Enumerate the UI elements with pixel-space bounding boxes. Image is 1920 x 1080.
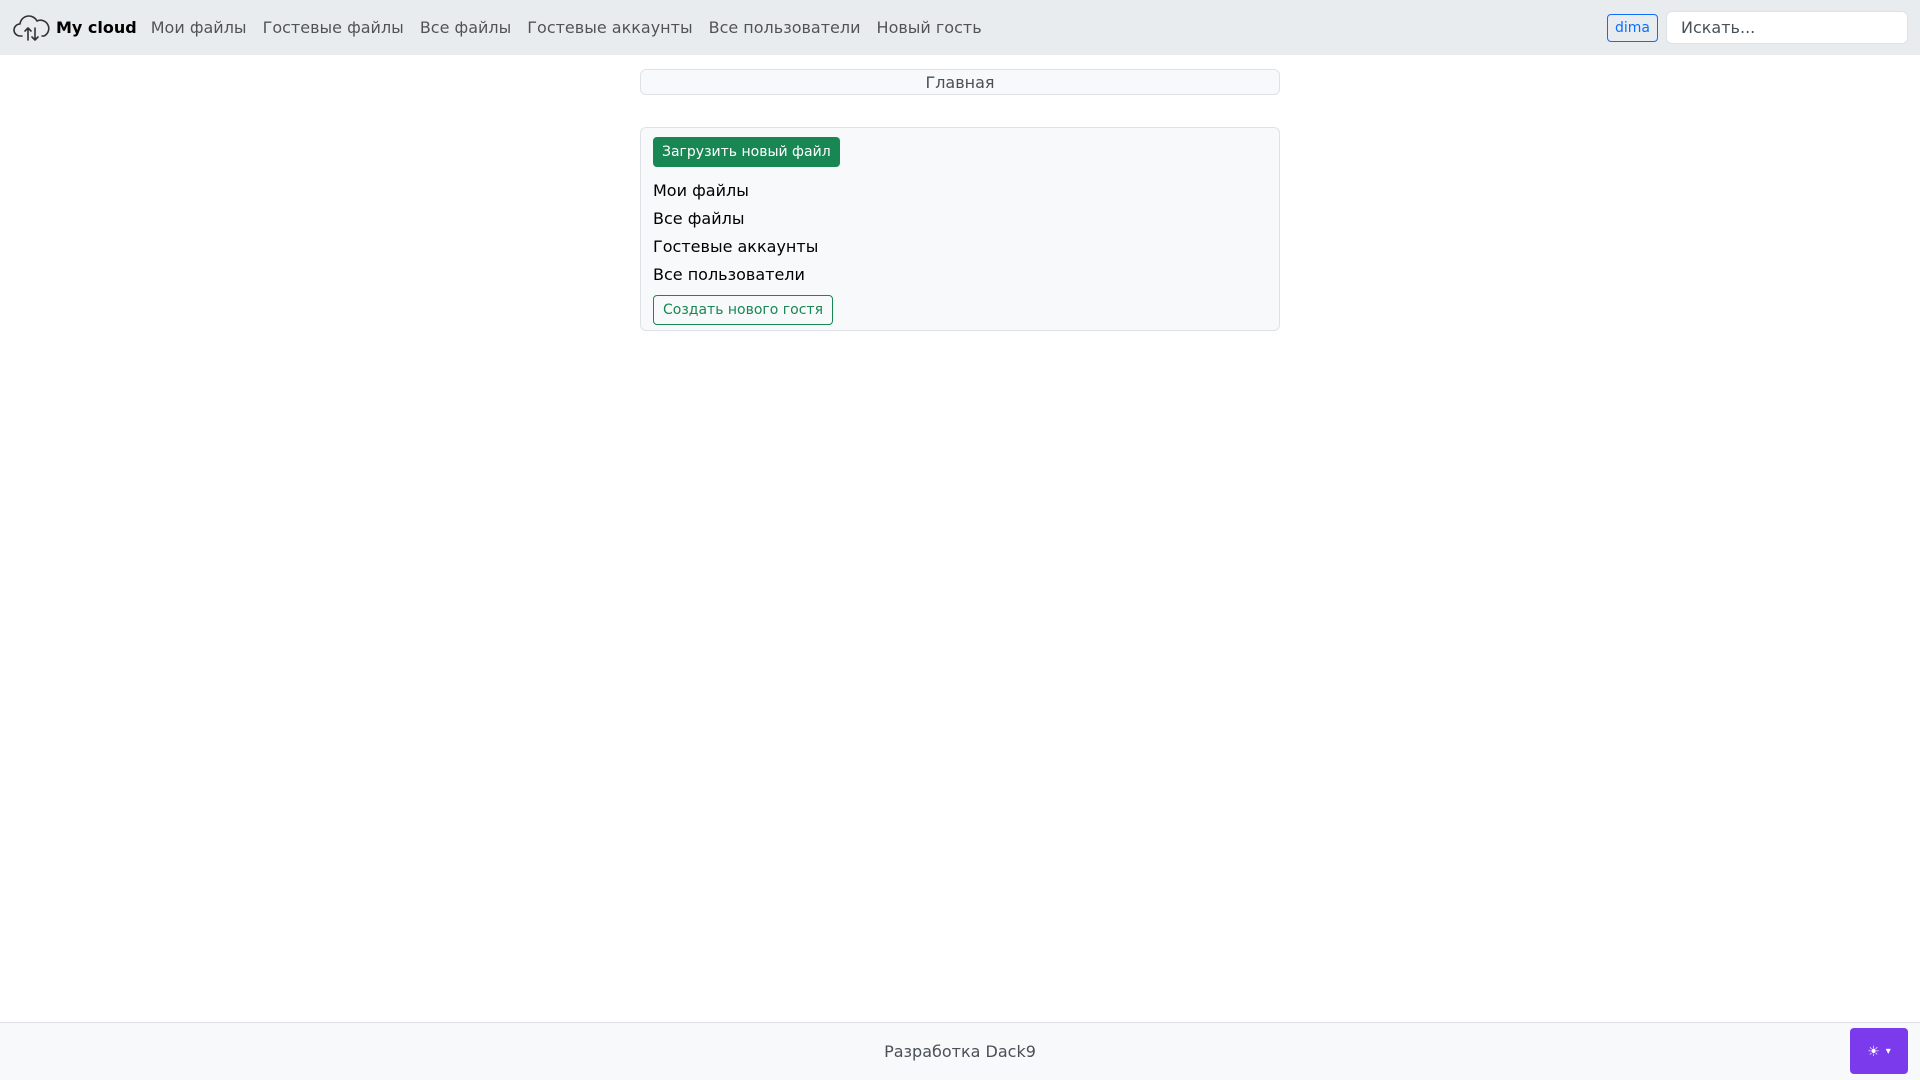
- nav-guest-files[interactable]: Гостевые файлы: [263, 18, 404, 37]
- search-input[interactable]: [1666, 11, 1908, 44]
- panel-link-guest-accounts[interactable]: Гостевые аккаунты: [653, 233, 1267, 261]
- panel-link-all-users[interactable]: Все пользователи: [653, 261, 1267, 289]
- user-button[interactable]: dima: [1607, 13, 1658, 42]
- nav-my-files[interactable]: Мои файлы: [151, 18, 247, 37]
- brand-link[interactable]: My cloud: [12, 12, 137, 44]
- cloud-upload-download-icon: [13, 14, 50, 41]
- nav-guest-accounts[interactable]: Гостевые аккаунты: [527, 18, 692, 37]
- nav-right: dima: [1607, 11, 1908, 44]
- top-navbar: My cloud Мои файлы Гостевые файлы Все фа…: [0, 0, 1920, 55]
- breadcrumb-home[interactable]: Главная: [925, 73, 994, 92]
- footer-text: Разработка Dack9: [884, 1042, 1036, 1061]
- upload-file-button[interactable]: Загрузить новый файл: [653, 137, 840, 167]
- brand-label: My cloud: [56, 18, 137, 37]
- panel-links: Мои файлы Все файлы Гостевые аккаунты Вс…: [653, 177, 1267, 289]
- panel-link-all-files[interactable]: Все файлы: [653, 205, 1267, 233]
- create-guest-button[interactable]: Создать нового гостя: [653, 295, 834, 325]
- breadcrumb: Главная: [640, 69, 1280, 95]
- chevron-down-icon: ▾: [1885, 1045, 1891, 1057]
- sun-icon: ☀: [1867, 1042, 1880, 1059]
- main-panel: Загрузить новый файл Мои файлы Все файлы…: [640, 127, 1280, 331]
- nav-new-guest[interactable]: Новый гость: [877, 18, 982, 37]
- panel-link-my-files[interactable]: Мои файлы: [653, 177, 1267, 205]
- nav-all-files[interactable]: Все файлы: [420, 18, 511, 37]
- nav-links: Мои файлы Гостевые файлы Все файлы Госте…: [151, 18, 998, 37]
- nav-all-users[interactable]: Все пользователи: [709, 18, 861, 37]
- theme-toggle-button[interactable]: ☀ ▾: [1850, 1028, 1908, 1074]
- footer: Разработка Dack9: [0, 1022, 1920, 1080]
